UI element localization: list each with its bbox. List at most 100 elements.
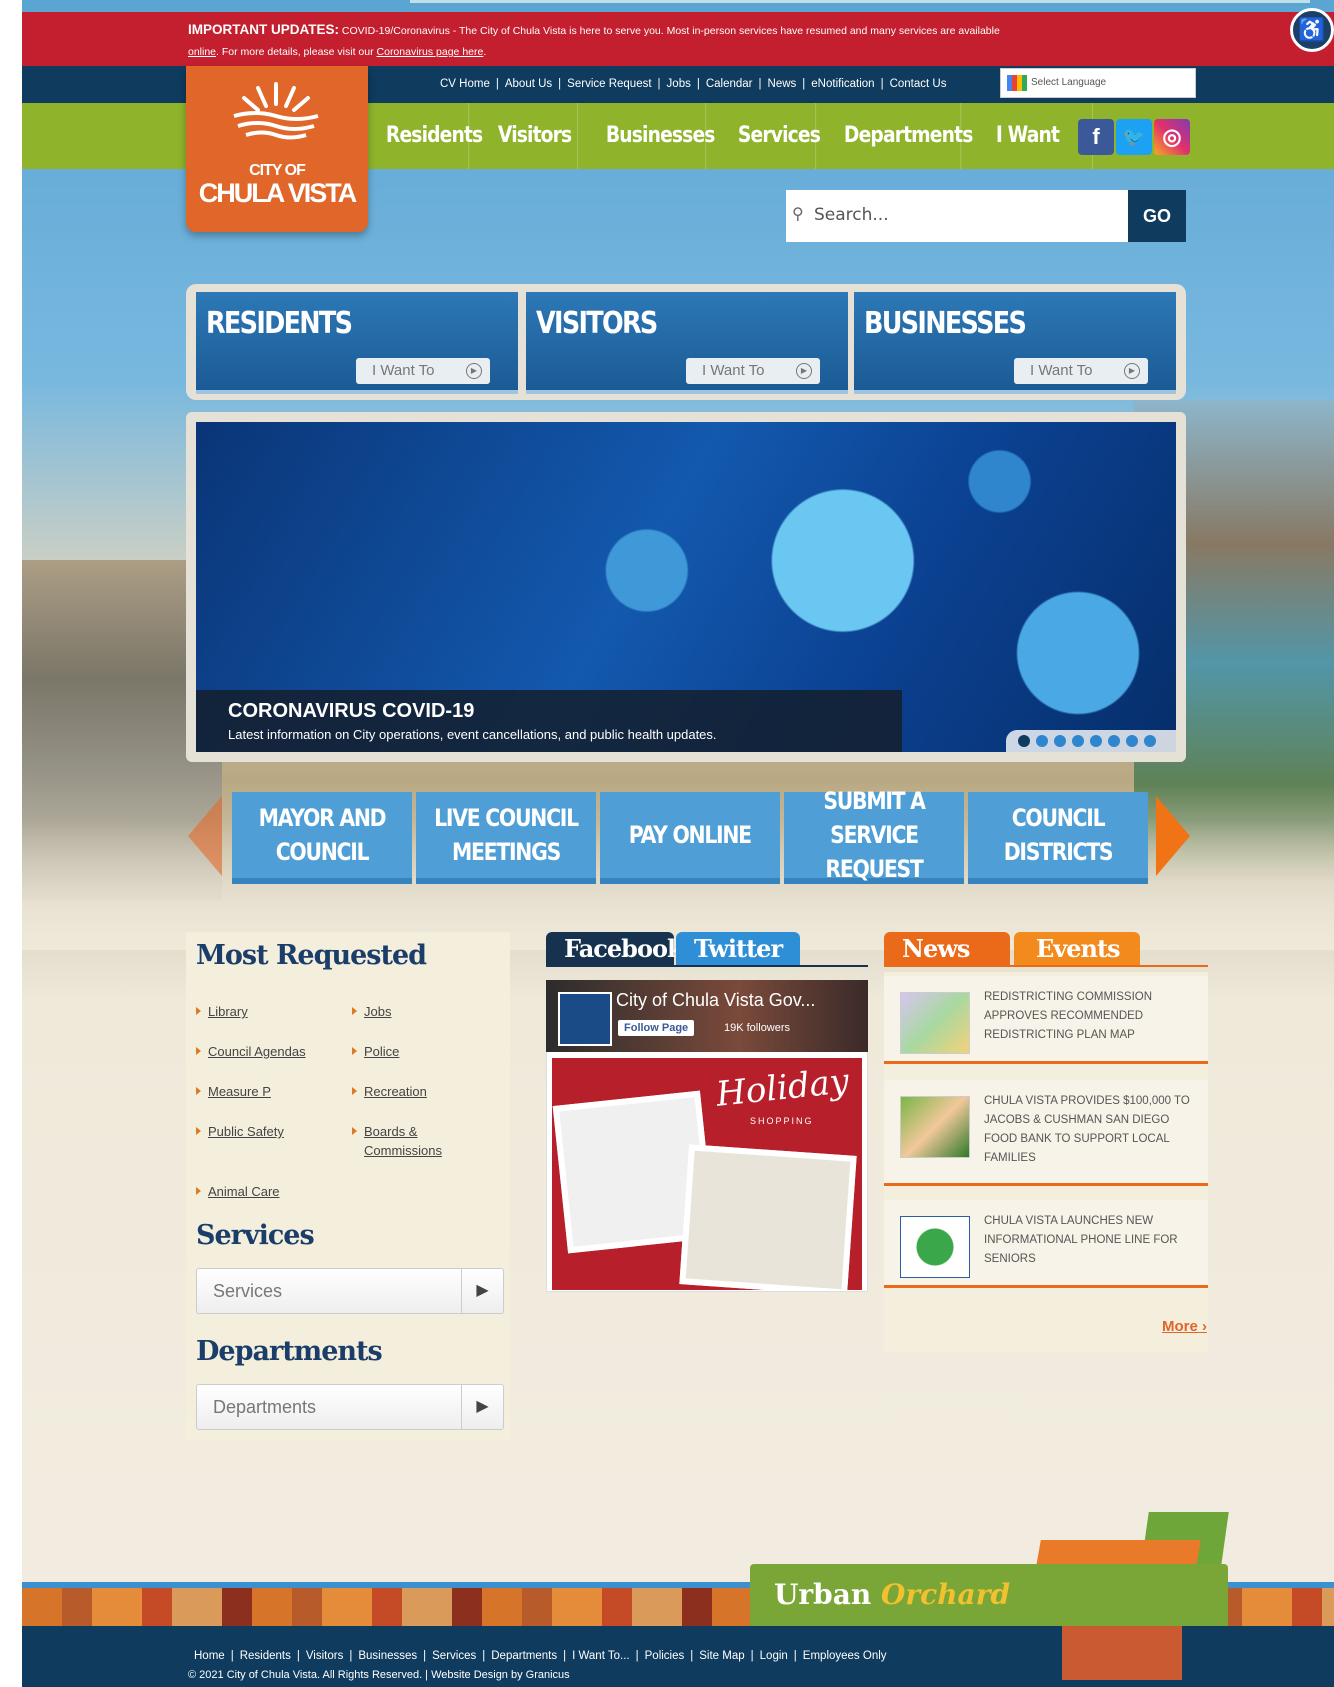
twitter-icon[interactable]: 🐦	[1116, 119, 1152, 155]
tab-twitter[interactable]: Twitter	[676, 932, 800, 966]
util-link-service-request[interactable]: Service Request	[567, 78, 651, 90]
nav-residents[interactable]: Residents	[374, 103, 483, 169]
page-name[interactable]: City of Chula Vista Gov...	[616, 990, 856, 1011]
footer-link-login[interactable]: Login	[760, 1650, 788, 1662]
slide-dot[interactable]	[1072, 735, 1084, 747]
quick-link-live-meetings[interactable]: LIVE COUNCIL MEETINGS	[416, 792, 596, 884]
follower-count: 19K followers	[724, 1022, 791, 1034]
facebook-icon[interactable]: f	[1078, 119, 1114, 155]
urban-orchard-banner[interactable]: Urban Orchard	[750, 1564, 1228, 1634]
slide-dot[interactable]	[1018, 735, 1030, 747]
news-item[interactable]: CHULA VISTA LAUNCHES NEW INFORMATIONAL P…	[884, 1200, 1208, 1288]
hero-caption[interactable]: CORONAVIRUS COVID-19 Latest information …	[196, 690, 902, 752]
footer-link-site-map[interactable]: Site Map	[699, 1650, 744, 1662]
footer-link-employees[interactable]: Employees Only	[803, 1650, 887, 1662]
news-headline[interactable]: REDISTRICTING COMMISSION APPROVES RECOMM…	[984, 988, 1194, 1045]
language-select[interactable]: Select Language	[1000, 68, 1196, 98]
link-recreation[interactable]: Recreation	[350, 1082, 427, 1101]
i-want-to-button[interactable]: I Want To ▶	[1014, 358, 1148, 384]
tab-news[interactable]: News	[884, 932, 1010, 966]
util-link-about[interactable]: About Us	[505, 78, 552, 90]
quick-link-council-districts[interactable]: COUNCIL DISTRICTS	[968, 792, 1148, 884]
link-animal-care[interactable]: Animal Care	[194, 1182, 280, 1201]
card-residents[interactable]: RESIDENTS I Want To ▶	[196, 292, 518, 394]
google-translate-icon	[1007, 75, 1027, 91]
quick-link-pay-online[interactable]: PAY ONLINE	[600, 792, 780, 884]
city-logo[interactable]: CITY OF CHULA VISTA	[186, 66, 368, 232]
alert-banner: IMPORTANT UPDATES: COVID-19/Coronavirus …	[22, 12, 1334, 66]
link-public-safety[interactable]: Public Safety	[194, 1122, 284, 1141]
link-measure-p[interactable]: Measure P	[194, 1082, 271, 1101]
link-police[interactable]: Police	[350, 1042, 399, 1061]
footer-nav: Home | Residents | Visitors | Businesses | S…	[194, 1650, 887, 1662]
quick-links-prev-arrow[interactable]	[188, 796, 222, 876]
util-link-contact[interactable]: Contact Us	[890, 78, 947, 90]
alert-text-end: .	[483, 46, 487, 58]
holiday-shopping-post[interactable]: Holiday SHOPPING	[552, 1058, 862, 1290]
nav-departments[interactable]: Departments	[832, 103, 973, 169]
footer-link-residents[interactable]: Residents	[240, 1650, 291, 1662]
search-go-button[interactable]: GO	[1128, 190, 1186, 242]
quick-links-next-arrow[interactable]	[1156, 796, 1190, 876]
util-link-cv-home[interactable]: CV Home	[440, 78, 490, 90]
slide-dot[interactable]	[1126, 735, 1138, 747]
main-nav: Residents Visitors Businesses Services D…	[374, 103, 1112, 214]
slide-dot[interactable]	[1054, 735, 1066, 747]
alert-coronavirus-link[interactable]: Coronavirus page here	[377, 46, 484, 58]
tab-facebook[interactable]: Facebook	[546, 932, 684, 966]
card-title: RESIDENTS	[206, 306, 353, 341]
alert-text-2: . For more details, please visit our	[216, 46, 377, 58]
alert-online-link[interactable]: online	[188, 46, 216, 58]
quick-link-mayor-council[interactable]: MAYOR AND COUNCIL	[232, 792, 412, 884]
nav-visitors[interactable]: Visitors	[486, 103, 578, 169]
news-headline[interactable]: CHULA VISTA LAUNCHES NEW INFORMATIONAL P…	[984, 1212, 1194, 1269]
i-want-to-button[interactable]: I Want To ▶	[356, 358, 490, 384]
tab-divider	[546, 965, 868, 967]
slide-dot[interactable]	[1036, 735, 1048, 747]
util-link-jobs[interactable]: Jobs	[667, 78, 691, 90]
departments-select[interactable]: Departments ▶	[196, 1384, 504, 1430]
slide-dot[interactable]	[1090, 735, 1102, 747]
link-library[interactable]: Library	[194, 1002, 248, 1021]
search-input[interactable]: ⚲ Search...	[786, 190, 1128, 242]
news-headline[interactable]: CHULA VISTA PROVIDES $100,000 TO JACOBS …	[984, 1092, 1194, 1168]
card-businesses[interactable]: BUSINESSES I Want To ▶	[854, 292, 1176, 394]
news-item[interactable]: REDISTRICTING COMMISSION APPROVES RECOMM…	[884, 976, 1208, 1064]
accessibility-icon[interactable]: ♿	[1290, 8, 1334, 52]
alert-text: COVID-19/Coronavirus - The City of Chula…	[341, 25, 1000, 37]
link-jobs[interactable]: Jobs	[350, 1002, 391, 1021]
link-boards-commissions[interactable]: Boards & Commissions	[350, 1122, 460, 1160]
footer-link-home[interactable]: Home	[194, 1650, 225, 1662]
news-item[interactable]: CHULA VISTA PROVIDES $100,000 TO JACOBS …	[884, 1080, 1208, 1186]
util-link-news[interactable]: News	[768, 78, 797, 90]
tab-events[interactable]: Events	[1014, 932, 1140, 966]
footer-link-services[interactable]: Services	[432, 1650, 476, 1662]
nav-services[interactable]: Services	[726, 103, 821, 169]
card-visitors[interactable]: VISITORS I Want To ▶	[526, 292, 848, 394]
services-select[interactable]: Services ▶	[196, 1268, 504, 1314]
nav-i-want-to[interactable]: I Want to...	[984, 103, 1093, 214]
slider-dots	[1006, 730, 1176, 752]
card-title: VISITORS	[536, 306, 658, 341]
footer-link-visitors[interactable]: Visitors	[306, 1650, 344, 1662]
util-link-calendar[interactable]: Calendar	[706, 78, 753, 90]
quick-link-service-request[interactable]: SUBMIT A SERVICE REQUEST	[784, 787, 964, 884]
departments-title: Departments	[196, 1336, 383, 1367]
news-more-link[interactable]: More ›	[1162, 1318, 1207, 1335]
nav-businesses[interactable]: Businesses	[594, 103, 715, 169]
footer-link-departments[interactable]: Departments	[491, 1650, 557, 1662]
i-want-to-button[interactable]: I Want To ▶	[686, 358, 820, 384]
util-link-enotification[interactable]: eNotification	[811, 78, 874, 90]
footer-link-businesses[interactable]: Businesses	[358, 1650, 417, 1662]
orchard-text: Orchard	[881, 1578, 1011, 1611]
slide-dot[interactable]	[1144, 735, 1156, 747]
link-council-agendas[interactable]: Council Agendas	[194, 1042, 306, 1061]
instagram-icon[interactable]: ◎	[1154, 119, 1190, 155]
card-title: BUSINESSES	[864, 306, 1027, 341]
slide-dot[interactable]	[1108, 735, 1120, 747]
facebook-page-header[interactable]: City of Chula Vista Gov... Follow Page 1…	[546, 980, 868, 1052]
departments-select-value: Departments	[213, 1397, 317, 1417]
footer-link-policies[interactable]: Policies	[645, 1650, 685, 1662]
footer-link-i-want-to[interactable]: I Want To...	[572, 1650, 630, 1662]
follow-page-button[interactable]: Follow Page	[618, 1020, 695, 1036]
